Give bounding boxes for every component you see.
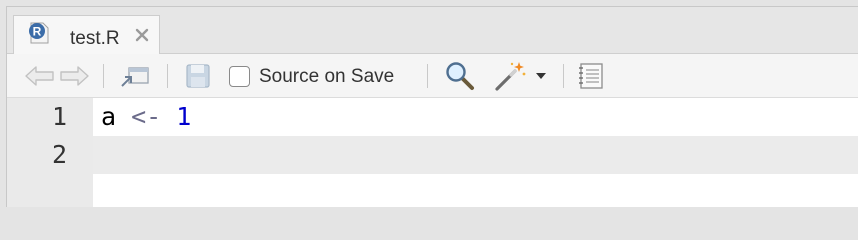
tab-bar: R test.R xyxy=(7,7,858,54)
back-button[interactable] xyxy=(23,54,57,97)
back-arrow-icon xyxy=(25,65,54,86)
editor-pane: R test.R Source on Save 1 2 a <- 1 xyxy=(6,6,858,207)
forward-button[interactable] xyxy=(57,54,91,97)
r-file-icon: R xyxy=(29,22,49,44)
svg-text:R: R xyxy=(33,25,42,39)
source-on-save-label[interactable]: Source on Save xyxy=(259,67,394,87)
show-in-new-window-button[interactable] xyxy=(117,54,153,97)
toolbar-separator xyxy=(427,64,428,88)
source-on-save-checkbox[interactable] xyxy=(229,66,250,87)
toolbar-separator xyxy=(167,64,168,88)
caret-down-icon xyxy=(536,72,546,79)
line-number: 2 xyxy=(51,140,67,169)
save-icon xyxy=(186,63,210,88)
close-icon[interactable] xyxy=(134,27,150,43)
code-line[interactable]: a <- 1 xyxy=(101,98,191,136)
tab-label: test.R xyxy=(70,28,120,49)
compile-report-button[interactable] xyxy=(573,54,609,97)
toolbar-separator xyxy=(103,64,104,88)
code-line[interactable] xyxy=(101,136,801,174)
code-number: 1 xyxy=(176,102,192,131)
forward-arrow-icon xyxy=(60,65,89,86)
code-identifier: a xyxy=(101,102,117,131)
notebook-icon xyxy=(579,62,603,89)
save-button[interactable] xyxy=(181,54,215,97)
code-tools-button[interactable] xyxy=(491,54,531,97)
magic-wand-icon xyxy=(495,61,526,91)
editor-toolbar: Source on Save xyxy=(7,54,858,98)
code-editor[interactable]: 1 2 a <- 1 xyxy=(7,98,858,207)
find-replace-button[interactable] xyxy=(441,54,479,97)
tab-test-r[interactable]: R test.R xyxy=(13,15,160,54)
line-number-gutter: 1 2 xyxy=(7,98,93,207)
magnifier-icon xyxy=(446,61,474,90)
show-in-new-window-icon xyxy=(121,66,149,87)
toolbar-separator xyxy=(563,64,564,88)
code-operator: <- xyxy=(131,102,162,131)
code-tools-dropdown[interactable] xyxy=(533,54,549,97)
line-number: 1 xyxy=(51,102,67,131)
